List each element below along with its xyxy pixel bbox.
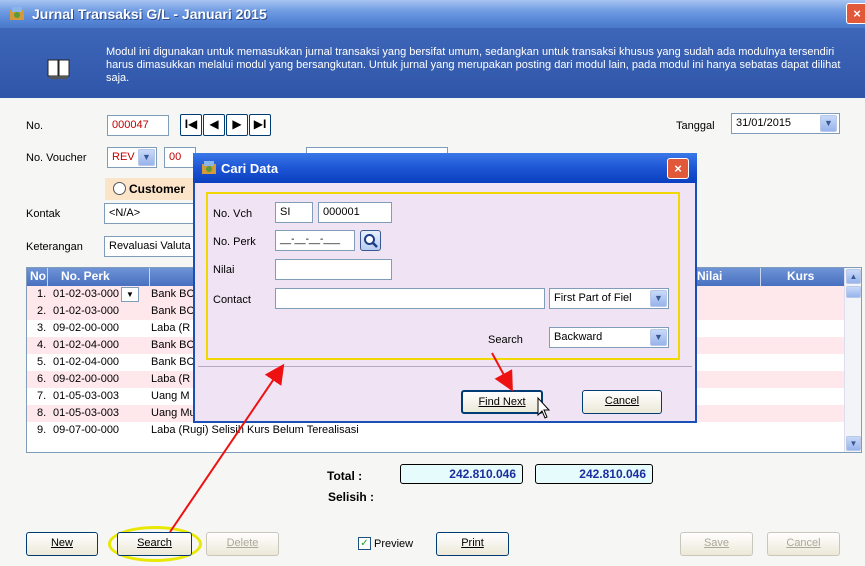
annotation-arrow bbox=[491, 352, 513, 392]
mouse-cursor-icon bbox=[537, 396, 551, 419]
annotation-arrow bbox=[169, 363, 285, 533]
annotation-overlay bbox=[169, 352, 551, 533]
